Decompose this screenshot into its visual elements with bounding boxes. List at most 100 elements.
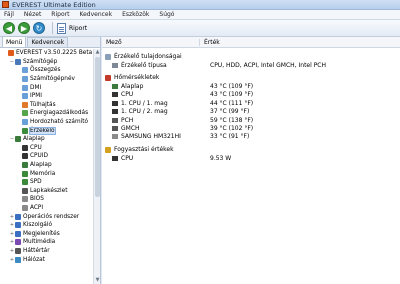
menu-help[interactable]: Súgó (159, 11, 174, 18)
tree-item-label: BIOS (30, 196, 44, 203)
detail-field: 1. CPU / 2. mag (102, 108, 210, 115)
scroll-down-icon[interactable]: ▼ (94, 277, 101, 284)
tree-item[interactable]: BIOS (0, 195, 93, 204)
tree-item[interactable]: + Háttértár (0, 247, 93, 256)
chipset-icon (112, 126, 118, 132)
detail-field: GMCH (102, 125, 210, 132)
tree-item[interactable]: + Kiszolgáló (0, 221, 93, 230)
tab-menu[interactable]: Menü (2, 36, 27, 47)
forward-button[interactable]: ▶ (18, 22, 30, 34)
tree-item[interactable]: + Hálózat (0, 255, 93, 264)
arrow-right-icon: ▶ (20, 23, 28, 33)
menu-view[interactable]: Nézet (24, 11, 41, 18)
tree-item[interactable]: Alaplap (0, 161, 93, 170)
tree-item[interactable]: IPMI (0, 92, 93, 101)
tree-item[interactable]: Számítógépnév (0, 75, 93, 84)
section-title: Érzékelő tulajdonságai (114, 53, 182, 60)
tree-item-label: Számítógépnév (30, 76, 75, 83)
detail-section: Érzékelő tulajdonságai Érzékelő típusa CPU… (102, 52, 400, 69)
tree-item[interactable]: Túlhajtás (0, 101, 93, 110)
tab-favorites[interactable]: Kedvencek (27, 37, 69, 47)
detail-field: SAMSUNG HM321HI (102, 133, 210, 140)
section-header: Érzékelő tulajdonságai (102, 52, 400, 61)
details-pane: Mező Érték Érzékelő tulajdonságai Érzékel… (102, 37, 400, 284)
detail-row[interactable]: PCH 59 °C (138 °F) (102, 116, 400, 124)
everest-icon (8, 50, 14, 57)
tree-item[interactable]: − Számítógép (0, 58, 93, 67)
detail-field-label: SAMSUNG HM321HI (121, 133, 181, 141)
title-bar: EVEREST Ultimate Edition (0, 0, 400, 10)
detail-row[interactable]: 1. CPU / 1. mag 44 °C (111 °F) (102, 99, 400, 107)
tree-item[interactable]: DMI (0, 83, 93, 92)
detail-field-label: 1. CPU / 2. mag (121, 108, 168, 116)
column-value-header[interactable]: Érték (200, 39, 220, 46)
motherboard-icon (15, 136, 21, 143)
tree-item[interactable]: Érzékelő (0, 126, 93, 135)
tree-scrollbar[interactable]: ▲ ▼ (93, 49, 100, 284)
section-header: Hőmérsékletek (102, 73, 400, 82)
column-field-header[interactable]: Mező (102, 38, 200, 46)
detail-field-label: 1. CPU / 1. mag (121, 99, 168, 107)
tree-item-label: Háttértár (23, 247, 50, 254)
tree-item[interactable]: CPUID (0, 152, 93, 161)
tree-item[interactable]: Hordozható számító (0, 118, 93, 127)
detail-field: CPU (102, 91, 210, 98)
menu-tools[interactable]: Eszközök (122, 11, 149, 18)
tree-item-label: Kiszolgáló (23, 222, 53, 229)
section-title: Fogyasztási értékek (114, 146, 174, 154)
detail-row[interactable]: Érzékelő típusa CPU, HDD, ACPI, Intel GMC… (102, 61, 400, 69)
tree-item[interactable]: + Megjelenítés (0, 229, 93, 238)
detail-value: 59 °C (138 °F) (210, 116, 254, 124)
tree-item[interactable]: + Operációs rendszer (0, 212, 93, 221)
ipmi-icon (22, 93, 28, 100)
chipset-icon (112, 117, 118, 123)
detail-row[interactable]: CPU 43 °C (109 °F) (102, 91, 400, 99)
detail-section: Fogyasztási értékek CPU 9.53 W (102, 145, 400, 162)
cpu-core-icon (112, 109, 118, 115)
acpi-icon (22, 204, 28, 211)
tree-item[interactable]: Összegzés (0, 66, 93, 75)
tree-item-label: Túlhajtás (30, 101, 56, 108)
summary-icon (22, 67, 28, 74)
tree-item[interactable]: ACPI (0, 204, 93, 213)
detail-field-label: CPU (121, 154, 134, 162)
detail-row[interactable]: SAMSUNG HM321HI 33 °C (91 °F) (102, 133, 400, 141)
detail-field: Érzékelő típusa (102, 62, 210, 69)
cpu-icon (112, 155, 118, 161)
scroll-up-icon[interactable]: ▲ (94, 49, 101, 56)
refresh-button[interactable]: ↻ (33, 22, 45, 34)
tree-item[interactable]: − Alaplap (0, 135, 93, 144)
tree-item[interactable]: SPD (0, 178, 93, 187)
menu-report[interactable]: Riport (51, 11, 69, 18)
tree-item-label: Alaplap (30, 162, 52, 169)
tree-item-label: Alaplap (23, 136, 45, 143)
detail-field-label: Alaplap (121, 83, 144, 91)
sensor-type-icon (112, 62, 118, 68)
tree-item[interactable]: Memória (0, 169, 93, 178)
tree-item[interactable]: Energiagazdálkodás (0, 109, 93, 118)
tree-item[interactable]: EVEREST v3.50.2225 Beta (0, 49, 93, 58)
motherboard-icon (112, 84, 118, 90)
menu-file[interactable]: Fájl (4, 11, 14, 18)
detail-row[interactable]: Alaplap 43 °C (109 °F) (102, 82, 400, 90)
detail-row[interactable]: CPU 9.53 W (102, 154, 400, 162)
overclock-icon (22, 101, 28, 108)
spd-icon (22, 179, 28, 186)
tree-item-label: Összegzés (30, 67, 61, 74)
tree-item-label: CPUID (30, 153, 48, 160)
tree-item-label: DMI (30, 84, 42, 91)
detail-field: Alaplap (102, 83, 210, 90)
sensor-details: Érzékelő tulajdonságai Érzékelő típusa CPU… (102, 52, 400, 163)
detail-row[interactable]: GMCH 39 °C (102 °F) (102, 124, 400, 132)
dmi-icon (22, 84, 28, 91)
tree-item[interactable]: Lapkakészlet (0, 187, 93, 196)
tree-item-label: CPU (30, 144, 42, 151)
scroll-thumb[interactable] (95, 57, 100, 197)
back-button[interactable]: ◀ (3, 22, 15, 34)
power-values-icon (105, 146, 111, 153)
menu-favorites[interactable]: Kedvencek (79, 11, 112, 18)
report-button[interactable]: Riport (57, 22, 87, 34)
tree-item[interactable]: CPU (0, 144, 93, 153)
detail-row[interactable]: 1. CPU / 2. mag 37 °C (99 °F) (102, 108, 400, 116)
tree-item[interactable]: + Multimédia (0, 238, 93, 247)
